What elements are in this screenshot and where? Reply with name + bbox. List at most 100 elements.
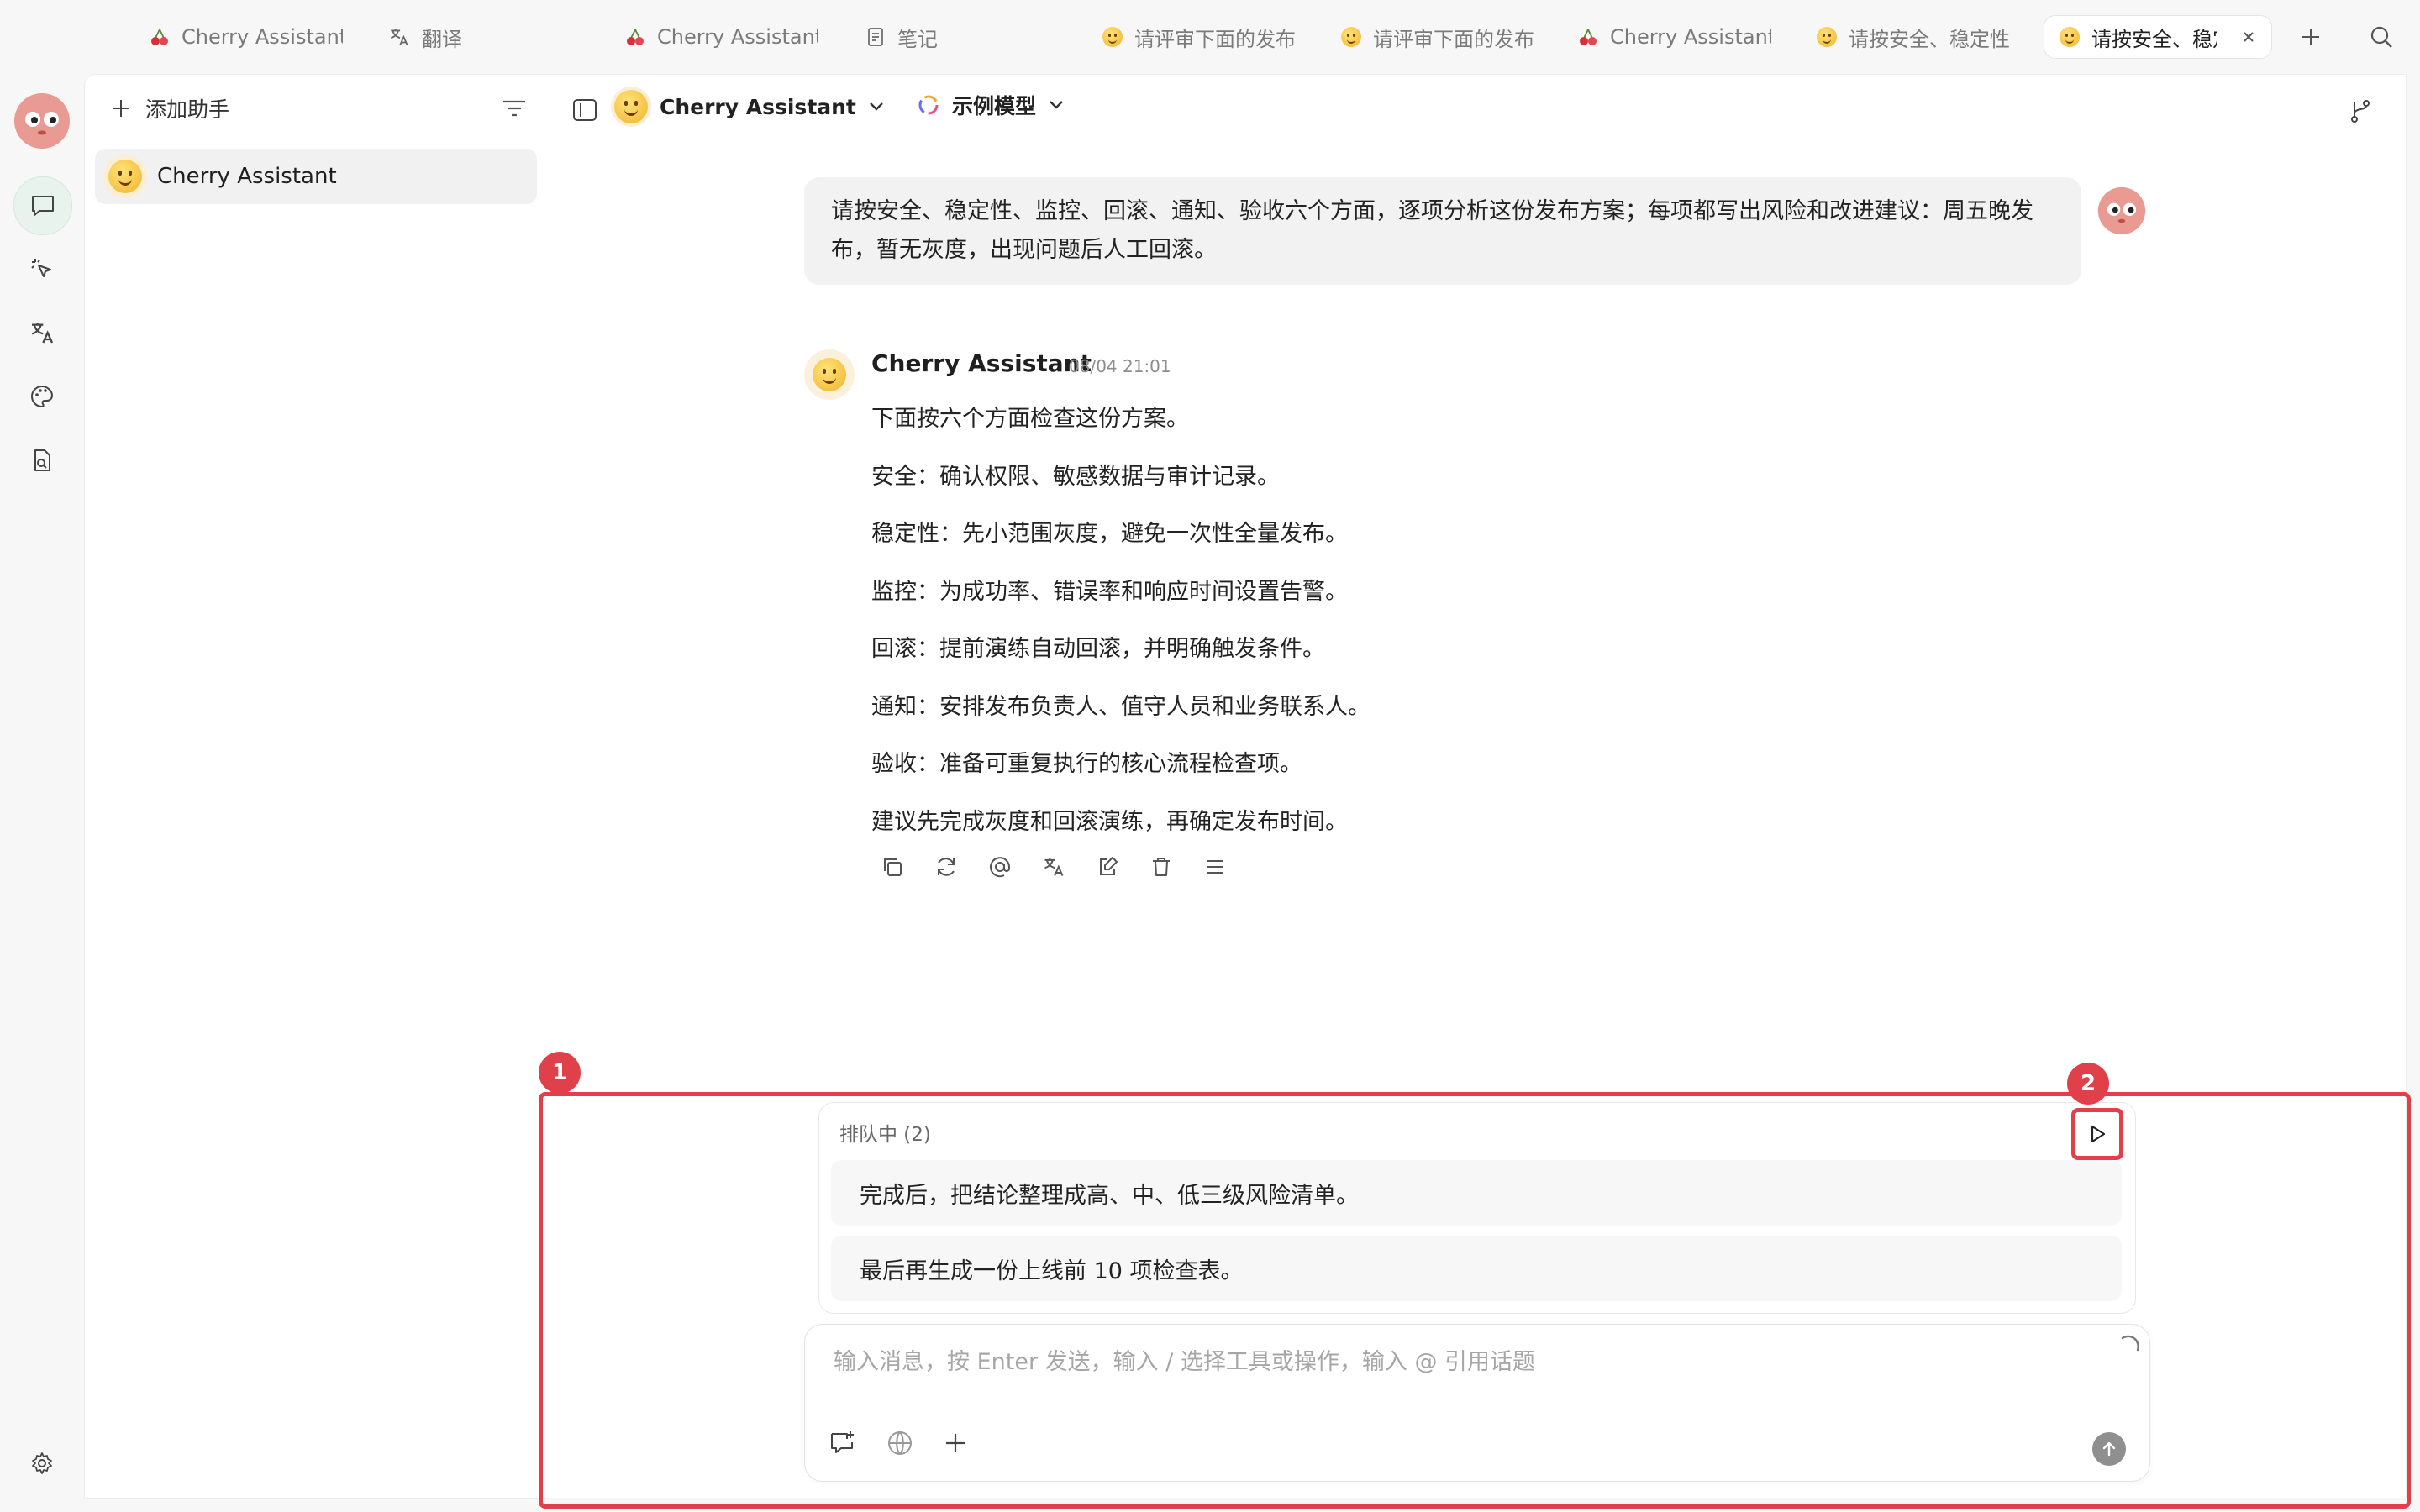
assistant-reply-line: 建议先完成灰度和回滚演练，再确定发布时间。: [871, 809, 1348, 835]
model-icon: [918, 95, 939, 115]
tab-review-1[interactable]: 请评审下面的发布: [1102, 15, 1301, 59]
assistant-reply-line: 下面按六个方面检查这份方案。: [871, 406, 1189, 432]
tab-cherry-assistant-3[interactable]: Cherry Assistant: [1578, 15, 1771, 59]
avatar: [2097, 186, 2146, 235]
message-queue: 排队中 (2) 完成后，把结论整理成高、中、低三级风险清单。 最后再生成一份上线…: [818, 1102, 2136, 1314]
chat-icon[interactable]: [13, 176, 72, 235]
model-selector-label: 示例模型: [952, 94, 1037, 118]
annotation-marker-2: 2: [2067, 1063, 2109, 1105]
edit-icon[interactable]: [1092, 852, 1123, 882]
chat-header: Cherry Assistant 示例模型: [547, 75, 2406, 145]
delete-icon[interactable]: [1146, 852, 1176, 882]
queue-item-text: 最后再生成一份上线前 10 项检查表。: [860, 1257, 1244, 1284]
annotation-marker-1: 1: [539, 1052, 581, 1094]
emoji-icon: [1817, 27, 1837, 47]
cherry-icon: [1580, 29, 1597, 45]
tab-label: Cherry Assistant: [657, 25, 818, 49]
assistant-reply-line: 回滚：提前演练自动回滚，并明确触发条件。: [871, 636, 1325, 662]
emoji-icon: [2060, 27, 2080, 47]
regenerate-icon[interactable]: [931, 852, 961, 882]
tab-cherry-assistant-2[interactable]: Cherry Assistant: [625, 15, 818, 59]
run-queue-button[interactable]: [2071, 1108, 2123, 1160]
tab-review-2[interactable]: 请评审下面的发布: [1341, 15, 1539, 59]
cherry-icon: [151, 29, 168, 45]
emoji-icon: [1102, 27, 1123, 47]
tab-label: 请按安全、稳定: [2091, 27, 2217, 51]
tab-label: 请评审下面的发布: [1373, 27, 1534, 51]
assistant-reply-line: 通知：安排发布负责人、值守人员和业务联系人。: [871, 694, 1370, 720]
loading-spinner-icon: [2121, 1335, 2139, 1352]
assistant-selector-label: Cherry Assistant: [660, 94, 856, 119]
emoji-icon: [1341, 27, 1361, 47]
gear-icon[interactable]: [13, 1435, 71, 1492]
queue-item[interactable]: 完成后，把结论整理成高、中、低三级风险清单。: [831, 1160, 2122, 1226]
assistant-message-name: Cherry Assistant: [871, 349, 1092, 377]
nav-rail: [0, 74, 84, 1512]
mention-icon[interactable]: [985, 852, 1015, 882]
tab-label: 请评审下面的发布: [1134, 27, 1296, 51]
queue-item[interactable]: 最后再生成一份上线前 10 项检查表。: [831, 1236, 2122, 1301]
assistant-reply-line: 监控：为成功率、错误率和响应时间设置告警。: [871, 579, 1348, 605]
plus-icon: [113, 100, 129, 117]
tab-notes[interactable]: 笔记: [865, 15, 966, 59]
plus-icon[interactable]: [943, 1431, 968, 1456]
add-assistant-button[interactable]: 添加助手: [110, 93, 229, 123]
queue-item-text: 完成后，把结论整理成高、中、低三级风险清单。: [860, 1182, 1359, 1209]
cursor-click-icon[interactable]: [13, 240, 71, 297]
assistant-message-time: 08/04 21:01: [1069, 356, 1171, 376]
copy-icon[interactable]: [877, 852, 908, 882]
branch-icon[interactable]: [2349, 98, 2372, 123]
tab-bar: Cherry Assistant 翻译 Cherry Assistant 笔记 …: [0, 0, 2420, 74]
assistant-name: Cherry Assistant: [157, 164, 337, 189]
tab-translate[interactable]: 翻译: [388, 15, 481, 59]
tab-label: 请按安全、稳定性: [1849, 27, 2010, 51]
assistant-reply-line: 验收：准备可重复执行的核心流程检查项。: [871, 751, 1302, 777]
palette-icon[interactable]: [13, 368, 71, 425]
queue-title: 排队中 (2): [839, 1124, 931, 1146]
emoji-icon: [108, 160, 142, 193]
assistant-panel: 添加助手 Cherry Assistant: [84, 74, 548, 1499]
send-button[interactable]: [2092, 1432, 2126, 1466]
emoji-icon: [614, 90, 648, 123]
assistant-avatar: [804, 349, 855, 400]
tab-label: Cherry Assistant: [182, 25, 343, 49]
sidebar-item-cherry-assistant[interactable]: Cherry Assistant: [95, 149, 537, 204]
translate-icon: [390, 29, 408, 46]
assistant-reply-line: 安全：确认权限、敏感数据与审计记录。: [871, 464, 1280, 490]
assistant-reply-line: 稳定性：先小范围灰度，避免一次性全量发布。: [871, 521, 1348, 547]
file-search-icon[interactable]: [13, 432, 71, 489]
menu-icon[interactable]: [1200, 852, 1230, 882]
message-actions: [877, 852, 1230, 882]
sidebar-toggle-icon[interactable]: [572, 98, 597, 122]
tab-safety-review[interactable]: 请按安全、稳定性: [1817, 15, 2015, 59]
emoji-icon: [813, 358, 846, 391]
tab-label: Cherry Assistant: [1610, 25, 1771, 49]
chevron-down-icon: [870, 102, 883, 111]
new-topic-icon[interactable]: [829, 1429, 857, 1457]
message-composer: [804, 1324, 2150, 1482]
composer-tools: [829, 1429, 968, 1457]
tab-cherry-assistant-1[interactable]: Cherry Assistant: [150, 15, 343, 59]
add-assistant-label: 添加助手: [145, 97, 230, 122]
notes-icon: [868, 28, 883, 46]
filter-icon[interactable]: [502, 98, 527, 118]
message-input[interactable]: [832, 1348, 2096, 1376]
assistant-selector[interactable]: Cherry Assistant: [614, 90, 885, 123]
user-message: 请按安全、稳定性、监控、回滚、通知、验收六个方面，逐项分析这份发布方案；每项都写…: [804, 177, 2081, 285]
search-icon[interactable]: [2365, 20, 2398, 54]
play-icon: [2091, 1125, 2106, 1143]
cherry-icon: [627, 29, 644, 45]
web-search-icon[interactable]: [886, 1429, 914, 1457]
arrow-up-icon: [2102, 1441, 2116, 1457]
close-icon[interactable]: [2241, 29, 2256, 45]
avatar[interactable]: [13, 92, 71, 150]
tab-active[interactable]: 请按安全、稳定: [2044, 15, 2272, 59]
tab-label: 笔记: [897, 27, 938, 51]
chevron-down-icon: [1050, 101, 1063, 109]
translate-icon[interactable]: [1039, 852, 1069, 882]
model-selector[interactable]: 示例模型: [917, 90, 1065, 120]
translate-icon[interactable]: [13, 304, 71, 361]
tab-label: 翻译: [422, 27, 462, 51]
user-message-text: 请按安全、稳定性、监控、回滚、通知、验收六个方面，逐项分析这份发布方案；每项都写…: [831, 198, 2033, 263]
new-tab-icon[interactable]: [2294, 20, 2328, 54]
